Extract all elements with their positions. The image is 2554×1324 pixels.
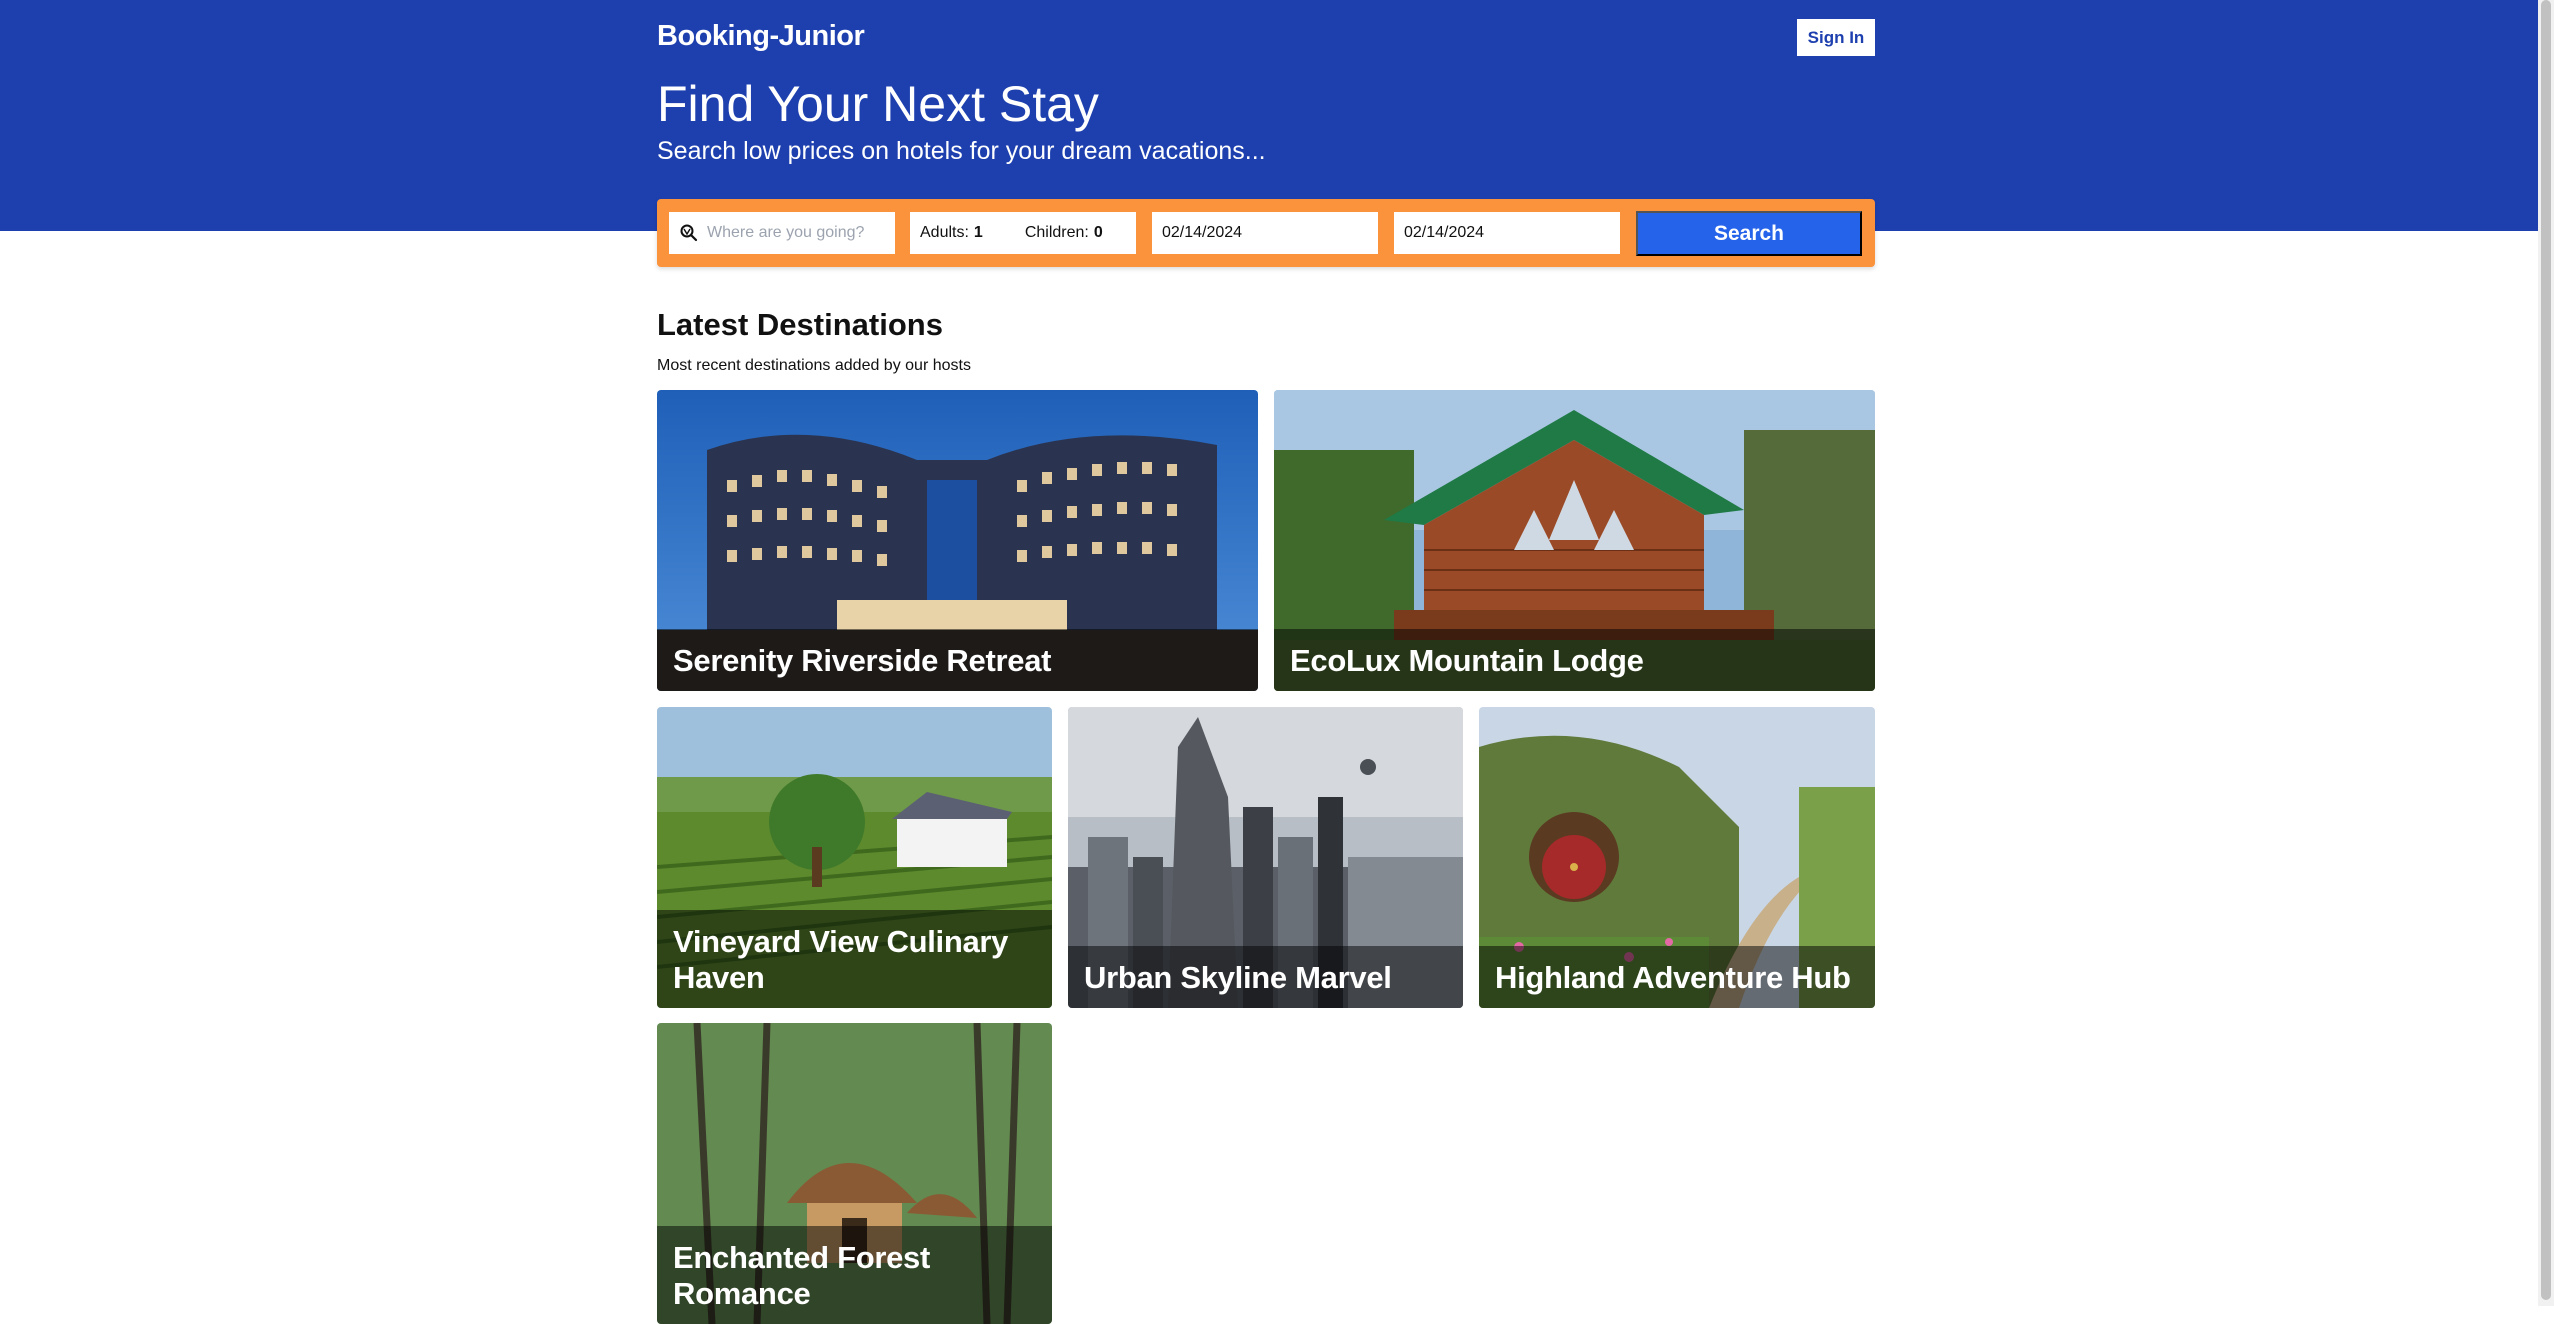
destination-name: Urban Skyline Marvel [1084,960,1392,995]
destination-card[interactable]: EcoLux Mountain Lodge [1274,390,1875,691]
guests-field: Adults: 1 Children: 0 [910,212,1136,254]
scrollbar-thumb[interactable] [2541,0,2551,1300]
destination-name: EcoLux Mountain Lodge [1290,643,1644,678]
destination-name: Highland Adventure Hub [1495,960,1851,995]
section-title: Latest Destinations [657,307,943,342]
hero-banner: Booking-Junior Sign In Find Your Next St… [0,0,2538,231]
destination-name: Vineyard View Culinary Haven [673,924,1009,995]
destination-field[interactable]: Where are you going? [669,212,895,254]
hero-title: Find Your Next Stay [657,76,1099,132]
destination-card[interactable]: Highland Adventure Hub [1479,707,1875,1008]
destination-name: Serenity Riverside Retreat [673,643,1052,678]
sign-in-button[interactable]: Sign In [1797,19,1875,56]
page-scrollbar[interactable] [2538,0,2554,1306]
section-subtitle: Most recent destinations added by our ho… [657,357,971,374]
destination-name: Enchanted Forest Romance [673,1240,931,1311]
children-label: Children: [1024,224,1089,241]
destination-card[interactable]: Urban Skyline Marvel [1068,707,1463,1008]
children-group[interactable]: Children: 0 [1025,224,1103,242]
destination-card[interactable]: Enchanted Forest Romance [657,1023,1052,1324]
destination-caption: Urban Skyline Marvel [1068,946,1463,1008]
destination-card[interactable]: Vineyard View Culinary Haven [657,707,1052,1008]
destination-caption: EcoLux Mountain Lodge [1274,629,1875,691]
destination-caption: Serenity Riverside Retreat [657,629,1258,691]
adults-input[interactable]: 1 [974,224,983,242]
search-button[interactable]: Search [1636,211,1862,256]
destination-caption: Enchanted Forest Romance [657,1226,1052,1324]
adults-label: Adults: [920,224,969,241]
children-input[interactable]: 0 [1094,224,1103,242]
destination-input[interactable]: Where are you going? [707,224,864,242]
search-bar: Where are you going? Adults: 1 Children:… [657,199,1875,267]
check-in-date-input[interactable]: 02/14/2024 [1152,212,1378,254]
adults-group[interactable]: Adults: 1 [920,224,983,242]
destination-caption: Vineyard View Culinary Haven [657,910,1052,1008]
search-icon [680,224,698,242]
hero-subtitle: Search low prices on hotels for your dre… [657,137,1266,165]
brand-logo[interactable]: Booking-Junior [657,20,865,53]
check-out-date-input[interactable]: 02/14/2024 [1394,212,1620,254]
destination-caption: Highland Adventure Hub [1479,946,1875,1008]
destination-card[interactable]: Serenity Riverside Retreat [657,390,1258,691]
